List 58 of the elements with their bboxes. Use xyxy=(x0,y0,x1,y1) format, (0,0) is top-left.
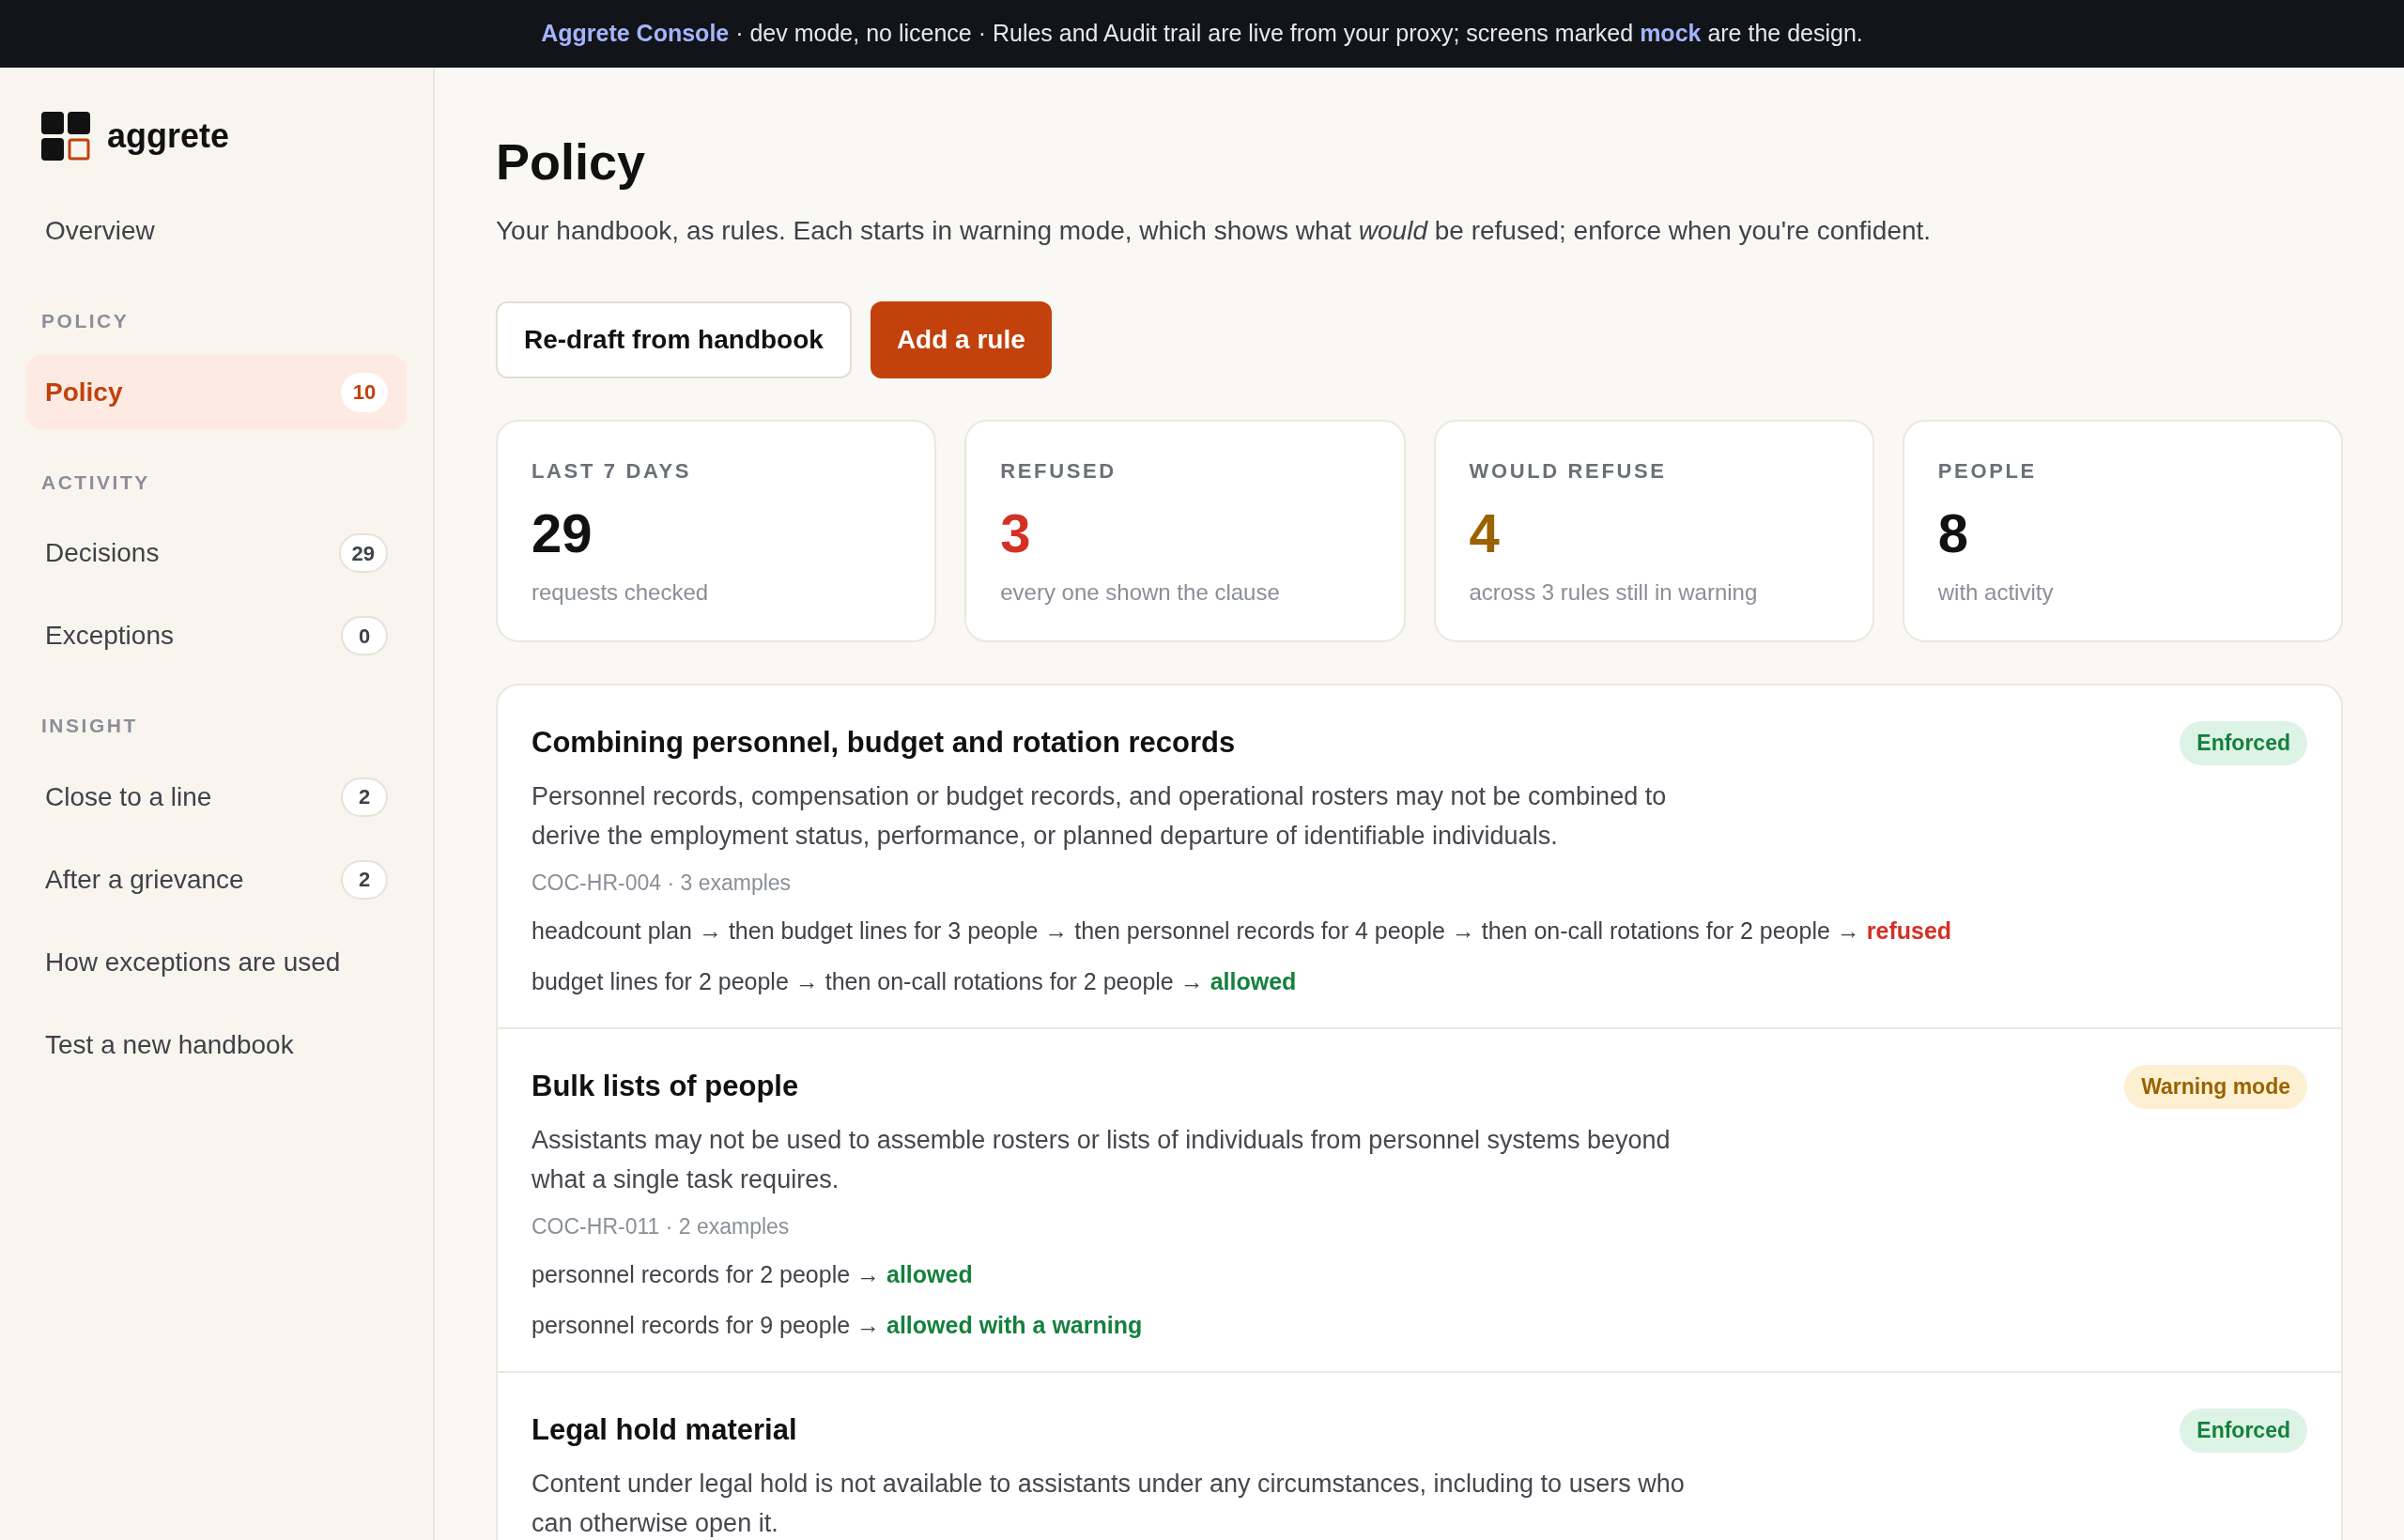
stat-value: 4 xyxy=(1469,501,1500,565)
sidebar-item[interactable]: Test a new handbook xyxy=(26,1007,407,1083)
sidebar-item[interactable]: Close to a line 2 xyxy=(26,759,407,835)
count-badge: 0 xyxy=(341,616,388,655)
redraft-button[interactable]: Re-draft from handbook xyxy=(496,301,852,378)
rule-meta: COC-HR-004 · 3 examples xyxy=(532,869,792,897)
add-rule-button[interactable]: Add a rule xyxy=(870,301,1052,378)
sidebar-item[interactable]: Policy 10 xyxy=(26,354,407,430)
example-line: personnel records for 9 people → allowed with a warning xyxy=(532,1310,1143,1340)
count-badge: 10 xyxy=(341,372,388,412)
sidebar-item-label: Exceptions xyxy=(45,620,174,652)
rule-title: Legal hold material xyxy=(532,1412,797,1448)
sidebar-item-label: Test a new handbook xyxy=(45,1028,294,1061)
sidebar-item-label: Decisions xyxy=(45,537,160,569)
stat-label: PEOPLE xyxy=(1937,458,2037,485)
stat-label: LAST 7 DAYS xyxy=(532,458,692,485)
count-badge: 2 xyxy=(341,777,388,817)
stat-value: 3 xyxy=(1000,501,1031,565)
rule-title: Combining personnel, budget and rotation records xyxy=(532,725,1236,761)
status-badge: Enforced xyxy=(2180,721,2307,765)
count-badge: 2 xyxy=(341,859,388,900)
section-heading: POLICY xyxy=(40,309,131,333)
rule-title: Bulk lists of people xyxy=(532,1069,799,1104)
logo-text: aggrete xyxy=(107,116,230,157)
page-subtitle: Your handbook, as rules. Each starts in warning mode, which shows what would be refused; enforce when you're confident. xyxy=(496,215,1932,247)
rule-description: Personnel records, compensation or budget records, and operational rosters may not be combined to derive the employment status, performance, or planned departure of identifiable individuals. xyxy=(532,780,1668,852)
sidebar-item[interactable]: How exceptions are used xyxy=(26,924,407,1000)
stat-note: requests checked xyxy=(532,578,709,607)
status-badge: Enforced xyxy=(2180,1409,2307,1453)
sidebar-item-label: How exceptions are used xyxy=(45,946,341,978)
rule-description: Assistants may not be used to assemble rosters or lists of individuals from personnel systems beyond what a single task requires. xyxy=(532,1124,1672,1195)
sidebar-item[interactable]: Overview xyxy=(26,193,407,269)
rule-meta: COC-HR-011 · 2 examples xyxy=(532,1212,790,1240)
sidebar-item[interactable]: Exceptions 0 xyxy=(26,598,407,673)
sidebar-item-label: Close to a line xyxy=(45,780,212,813)
status-badge: Warning mode xyxy=(2124,1065,2307,1109)
example-line: personnel records for 2 people → allowed xyxy=(532,1260,973,1289)
count-badge: 29 xyxy=(338,533,388,573)
stat-value: 29 xyxy=(532,501,593,565)
example-line: headcount plan → then budget lines for 3 people → then personnel records for 4 people → then on-call rotations for 2 people → refused xyxy=(532,916,1952,946)
stat-note: across 3 rules still in warning xyxy=(1469,578,1758,607)
sidebar-item[interactable]: Decisions 29 xyxy=(26,516,407,591)
stat-note: every one shown the clause xyxy=(1000,578,1280,607)
stat-label: REFUSED xyxy=(1000,458,1117,485)
banner-text: Aggrete Console · dev mode, no licence · Rules and Audit trail are live from your proxy; screens marked mock are the design. xyxy=(541,19,1863,49)
sidebar-item-label: After a grievance xyxy=(45,863,244,896)
stat-label: WOULD REFUSE xyxy=(1469,458,1667,485)
section-heading: INSIGHT xyxy=(40,714,139,738)
sidebar-item-label: Policy xyxy=(45,376,123,408)
sidebar-item-label: Overview xyxy=(45,215,155,247)
page-title: Policy xyxy=(496,132,646,192)
section-heading: ACTIVITY xyxy=(40,470,151,495)
rule-description: Content under legal hold is not available to assistants under any circumstances, including to users who can otherwise open it. xyxy=(532,1468,1686,1539)
stat-value: 8 xyxy=(1937,501,1968,565)
sidebar-item[interactable]: After a grievance 2 xyxy=(26,841,407,917)
logo-icon xyxy=(41,112,90,161)
stat-note: with activity xyxy=(1937,578,2054,607)
example-line: budget lines for 2 people → then on-call rotations for 2 people → allowed xyxy=(532,966,1297,996)
